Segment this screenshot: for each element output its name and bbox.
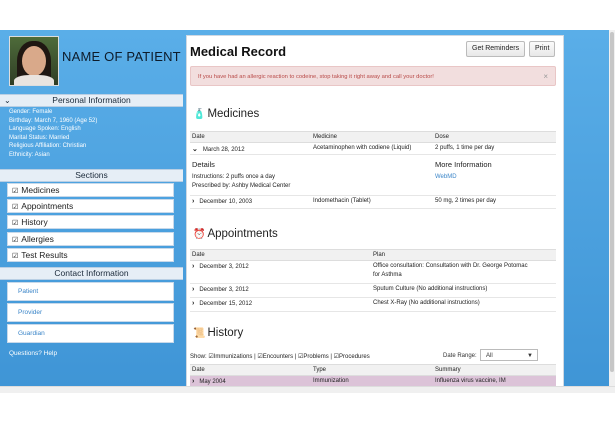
chevron-right-icon: › [192, 198, 195, 205]
table-row[interactable]: › December 15, 2012 Chest X-Ray (No addit… [190, 298, 556, 312]
contact-guardian[interactable]: Guardian [7, 324, 174, 343]
filter-immunizations[interactable]: ☑Immunizations [208, 354, 252, 360]
section-test-results[interactable]: ☑ Test Results [7, 247, 174, 262]
alarm-clock-icon: ⏰ [193, 229, 206, 240]
history-filters: Show: ☑Immunizations | ☑Encounters | ☑Pr… [190, 354, 370, 360]
chevron-down-icon: ⌄ [4, 96, 11, 105]
date-range-label: Date Range: [443, 353, 477, 359]
sections-list: ☑ Medicines ☑ Appointments ☑ History ☑ Aller… [7, 183, 174, 264]
info-language: Language Spoken: English [9, 126, 81, 133]
section-medicines[interactable]: ☑ Medicines [7, 183, 174, 197]
personal-info-header[interactable]: ⌄ Personal Information [0, 94, 183, 107]
contact-info-header: Contact Information [0, 267, 183, 280]
contact-provider[interactable]: Provider [7, 303, 174, 322]
appointments-table: Date Plan › December 3, 2012 Office consu… [190, 249, 556, 312]
allergy-alert: If you have had an allergic reaction to … [190, 66, 556, 86]
filter-procedures[interactable]: ☑Procedures [334, 354, 370, 360]
scroll-icon: 📜 [193, 328, 206, 339]
info-birthday: Birthday: March 7, 1960 (Age 52) [9, 117, 98, 124]
sections-header: Sections [0, 169, 183, 182]
medical-record-panel: Medical Record Get Reminders Print If yo… [186, 35, 564, 388]
patient-sidebar: NAME OF PATIENT ⌄ Personal Information G… [0, 30, 183, 386]
chevron-right-icon: › [192, 378, 195, 385]
section-allergies[interactable]: ☑ Allergies [7, 231, 174, 246]
table-row[interactable]: ⌄ March 28, 2012 Acetaminophen with codie… [190, 143, 556, 155]
filter-encounters[interactable]: ☑Encounters [257, 354, 293, 360]
patient-name: NAME OF PATIENT [62, 49, 181, 64]
contact-list: Patient Provider Guardian [7, 282, 174, 345]
checkbox-icon: ☑ [12, 236, 19, 244]
section-history[interactable]: ☑ History [7, 215, 174, 230]
page-title: Medical Record [190, 44, 287, 59]
chevron-right-icon: › [192, 263, 195, 270]
table-header: Date Plan [190, 249, 556, 261]
info-religion: Religious Affiliation: Christian [9, 143, 87, 150]
filter-problems[interactable]: ☑Problems [298, 354, 329, 360]
info-gender: Gender: Female [9, 109, 53, 115]
appointments-heading: ⏰ Appointments [193, 228, 278, 240]
personal-info: Gender: Female Birthday: March 7, 1960 (… [9, 108, 97, 160]
table-row[interactable]: › December 3, 2012 Office consultation: C… [190, 261, 556, 284]
horizontal-scrollbar[interactable] [0, 386, 615, 393]
medicines-table: Date Medicine Dose ⌄ March 28, 2012 Aceta… [190, 131, 556, 209]
table-row[interactable]: › December 10, 2003 Indomethacin (Tablet)… [190, 196, 556, 209]
checkbox-icon: ☑ [12, 220, 19, 228]
table-header: Date Medicine Dose [190, 131, 556, 143]
table-row[interactable]: › December 3, 2012 Sputum Culture (No add… [190, 284, 556, 298]
vertical-scrollbar[interactable] [609, 30, 615, 386]
patient-photo [9, 36, 59, 86]
get-reminders-button[interactable]: Get Reminders [466, 41, 526, 57]
date-range-select[interactable]: All ▼ [480, 349, 538, 361]
contact-patient[interactable]: Patient [7, 282, 174, 301]
print-button[interactable]: Print [529, 41, 556, 57]
history-table: Date Type Summary › May 2004 Immunization… [190, 364, 556, 387]
info-marital-status: Marital Status: Married [9, 134, 70, 141]
app-window: NAME OF PATIENT ⌄ Personal Information G… [0, 30, 609, 388]
chevron-right-icon: › [192, 300, 195, 307]
medicine-details: Details More Information Instructions: 2… [190, 155, 556, 196]
checkbox-icon: ☑ [12, 204, 19, 212]
checkbox-icon: ☑ [12, 188, 19, 195]
section-appointments[interactable]: ☑ Appointments [7, 199, 174, 214]
checkbox-icon: ☑ [12, 252, 19, 260]
chevron-right-icon: › [192, 286, 195, 293]
history-heading: 📜 History [193, 327, 244, 339]
info-ethnicity: Ethnicity: Asian [9, 151, 50, 158]
table-header: Date Type Summary [190, 364, 556, 376]
medicines-heading: 🧴 Medicines [193, 108, 260, 120]
medicine-bottle-icon: 🧴 [193, 109, 206, 120]
chevron-down-icon: ⌄ [192, 146, 198, 153]
dropdown-arrow-icon: ▼ [527, 353, 533, 359]
help-link[interactable]: Questions? Help [9, 350, 57, 357]
close-icon[interactable]: × [543, 67, 548, 87]
webmd-link[interactable]: WebMD [435, 174, 457, 180]
